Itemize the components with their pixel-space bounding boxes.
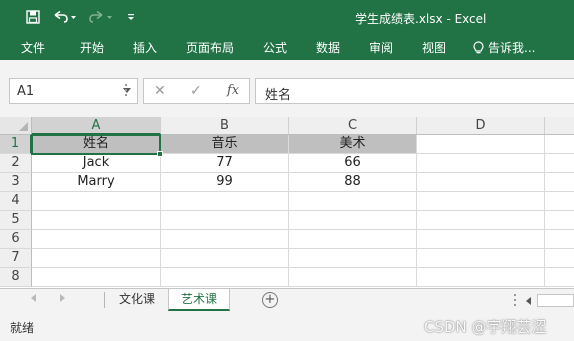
cell-e3[interactable]	[545, 173, 574, 192]
row-header-1[interactable]: 1	[0, 135, 32, 154]
title-bar: 学生成绩表.xlsx - Excel	[0, 0, 574, 36]
redo-icon[interactable]	[88, 6, 116, 28]
cell-c8[interactable]	[289, 268, 417, 287]
cell-d1[interactable]	[417, 135, 545, 154]
cell-e2[interactable]	[545, 154, 574, 173]
formula-value: 姓名	[265, 88, 292, 103]
cell-a5[interactable]	[32, 211, 161, 230]
cell-a8[interactable]	[32, 268, 161, 287]
formula-buttons: ✕ ✓ fx	[143, 78, 250, 104]
cell-a3[interactable]: Marry	[32, 173, 161, 192]
row-header-3[interactable]: 3	[0, 173, 32, 192]
cell-c3[interactable]: 88	[289, 173, 417, 192]
cell-a6[interactable]	[32, 230, 161, 249]
cell-c2[interactable]: 66	[289, 154, 417, 173]
tab-separator	[104, 292, 105, 308]
horizontal-scrollbar[interactable]	[537, 294, 574, 307]
cell-a2[interactable]: Jack	[32, 154, 161, 173]
fill-handle[interactable]	[157, 151, 163, 157]
cell-b2[interactable]: 77	[161, 154, 289, 173]
ribbon-tabs: 文件 开始 插入 页面布局 公式 数据 审阅 视图 告诉我...	[0, 36, 574, 60]
cell-e1[interactable]	[545, 135, 574, 154]
undo-icon[interactable]	[52, 6, 78, 28]
column-header-c[interactable]: C	[289, 117, 417, 135]
cell-d6[interactable]	[417, 230, 545, 249]
row-header-4[interactable]: 4	[0, 192, 32, 211]
tell-me-label: 告诉我...	[488, 41, 536, 55]
row-header-5[interactable]: 5	[0, 211, 32, 230]
cell-a1[interactable]: 姓名	[32, 135, 161, 154]
cell-b5[interactable]	[161, 211, 289, 230]
cell-e8[interactable]	[545, 268, 574, 287]
drag-handle-icon[interactable]	[514, 294, 518, 308]
prev-sheet-icon[interactable]	[31, 294, 36, 302]
add-sheet-button[interactable]: +	[262, 292, 278, 308]
cell-c4[interactable]	[289, 192, 417, 211]
name-box-value: A1	[17, 84, 35, 99]
scroll-left-icon[interactable]	[526, 297, 531, 305]
cell-e4[interactable]	[545, 192, 574, 211]
spreadsheet-grid[interactable]: A B C D 1 2 3 4 5 6 7 8 姓名 音乐 美术 Jack 77…	[0, 117, 574, 288]
column-header-e[interactable]	[545, 117, 574, 135]
cell-b1[interactable]: 音乐	[161, 135, 289, 154]
cell-a4[interactable]	[32, 192, 161, 211]
cell-c1[interactable]: 美术	[289, 135, 417, 154]
cell-d5[interactable]	[417, 211, 545, 230]
tell-me-box[interactable]: 告诉我...	[473, 39, 535, 56]
formula-input[interactable]: 姓名	[255, 78, 574, 104]
column-header-d[interactable]: D	[417, 117, 545, 135]
window-title: 学生成绩表.xlsx - Excel	[355, 12, 487, 26]
cell-c5[interactable]	[289, 211, 417, 230]
lightbulb-icon	[473, 40, 484, 53]
cell-d3[interactable]	[417, 173, 545, 192]
cell-d7[interactable]	[417, 249, 545, 268]
enter-icon[interactable]: ✓	[190, 83, 202, 99]
customize-toolbar-icon[interactable]	[125, 6, 137, 28]
drag-handle-icon[interactable]	[125, 84, 129, 98]
tab-formulas[interactable]: 公式	[263, 39, 287, 56]
sheet-tabs-bar: 文化课 艺术课 +	[0, 288, 574, 313]
cell-b8[interactable]	[161, 268, 289, 287]
cell-e7[interactable]	[545, 249, 574, 268]
next-sheet-icon[interactable]	[60, 294, 65, 302]
cell-b4[interactable]	[161, 192, 289, 211]
tab-data[interactable]: 数据	[316, 39, 340, 56]
tab-review[interactable]: 审阅	[369, 39, 393, 56]
cell-c7[interactable]	[289, 249, 417, 268]
row-header-6[interactable]: 6	[0, 230, 32, 249]
status-bar: 就绪 CSDN @宇翔芸涩	[0, 313, 574, 341]
row-header-8[interactable]: 8	[0, 268, 32, 287]
name-box[interactable]: A1	[9, 78, 138, 104]
select-all-button[interactable]	[0, 117, 32, 135]
tab-insert[interactable]: 插入	[133, 39, 157, 56]
tab-view[interactable]: 视图	[422, 39, 446, 56]
insert-function-icon[interactable]: fx	[227, 83, 239, 98]
status-text: 就绪	[10, 321, 35, 335]
cell-e5[interactable]	[545, 211, 574, 230]
tab-home[interactable]: 开始	[80, 39, 104, 56]
cancel-icon[interactable]: ✕	[154, 83, 166, 99]
column-header-b[interactable]: B	[161, 117, 289, 135]
cell-a7[interactable]	[32, 249, 161, 268]
cell-d8[interactable]	[417, 268, 545, 287]
save-icon[interactable]	[24, 6, 42, 28]
row-header-7[interactable]: 7	[0, 249, 32, 268]
cell-c6[interactable]	[289, 230, 417, 249]
sheet-tab-arts[interactable]: 艺术课	[168, 289, 230, 311]
sheet-tab-culture[interactable]: 文化课	[110, 289, 164, 311]
tab-page-layout[interactable]: 页面布局	[186, 39, 234, 56]
cell-b6[interactable]	[161, 230, 289, 249]
cell-e6[interactable]	[545, 230, 574, 249]
column-header-a[interactable]: A	[32, 117, 161, 135]
cell-b7[interactable]	[161, 249, 289, 268]
cell-d4[interactable]	[417, 192, 545, 211]
cell-b3[interactable]: 99	[161, 173, 289, 192]
watermark: CSDN @宇翔芸涩	[424, 318, 547, 336]
row-header-2[interactable]: 2	[0, 154, 32, 173]
cell-d2[interactable]	[417, 154, 545, 173]
tab-file[interactable]: 文件	[21, 39, 45, 56]
